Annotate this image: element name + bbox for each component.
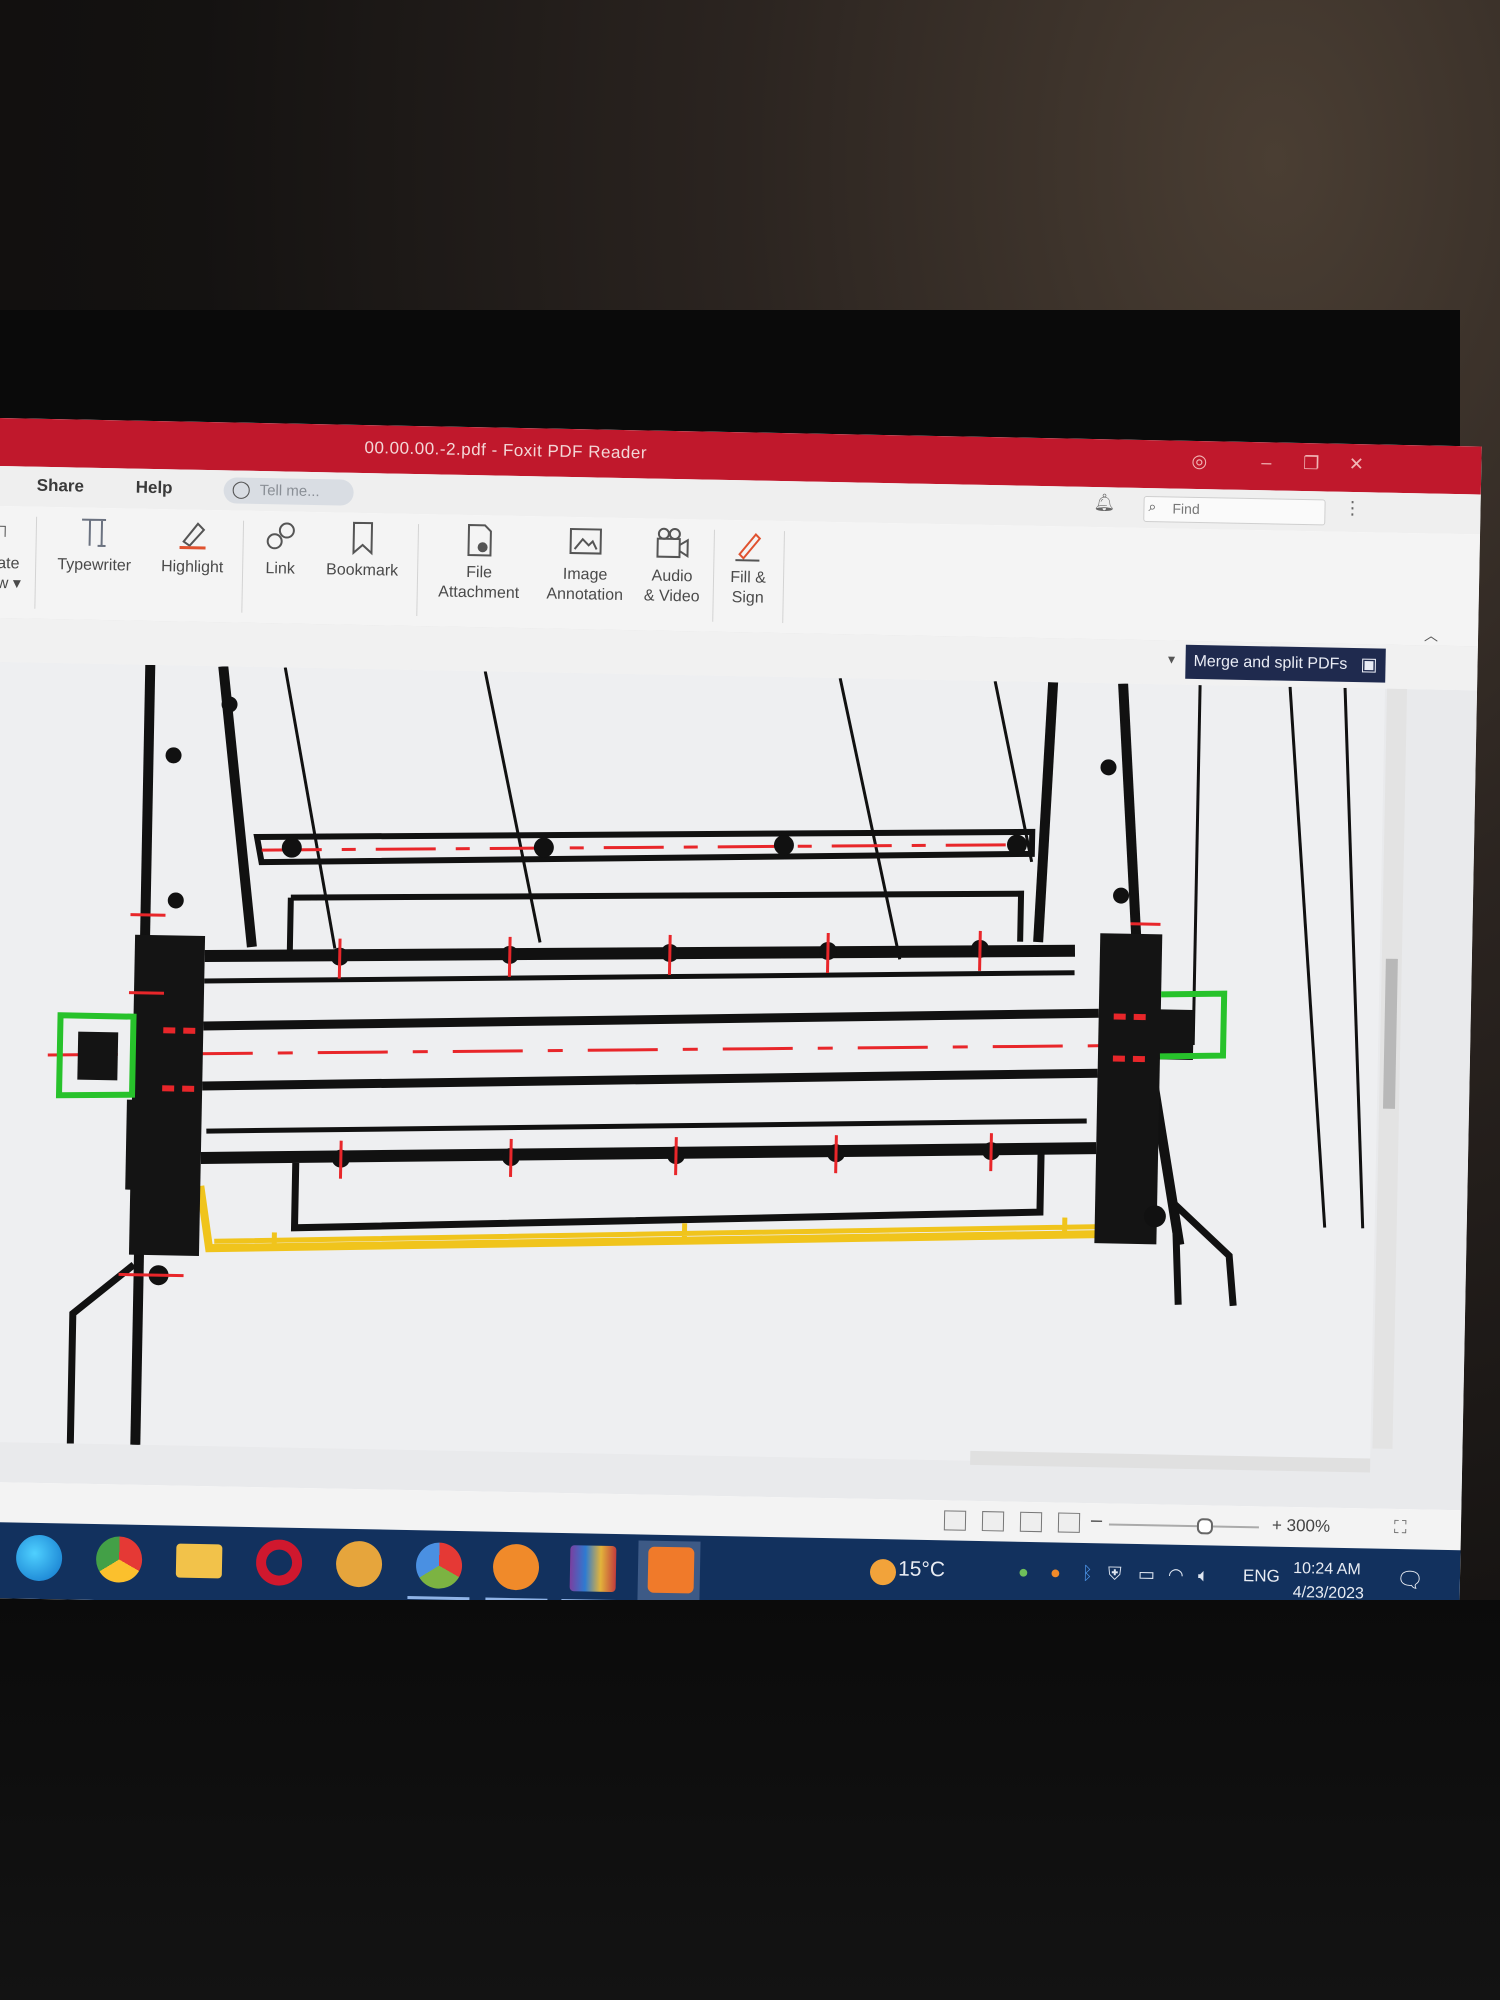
zoom-out-button[interactable]: – (1091, 1509, 1103, 1532)
language-indicator[interactable]: ENG (1243, 1566, 1280, 1587)
battery-icon[interactable]: ▭ (1138, 1564, 1155, 1585)
highlight-icon (179, 522, 206, 550)
cad-drawing (0, 661, 1386, 1469)
notification-bell-icon[interactable]: 🔔︎ (1093, 493, 1115, 513)
single-page-view-icon[interactable] (943, 1510, 967, 1531)
ribbon-separator (782, 531, 785, 624)
dropdown-arrow-icon[interactable]: ▼ (1165, 652, 1177, 666)
fullscreen-icon[interactable]: ⛶ (1394, 1517, 1407, 1538)
notifications-icon[interactable]: 🗨︎ (1396, 1567, 1424, 1594)
screen: 00.00.00.-2.pdf - Foxit PDF Reader ◎ – ❐… (0, 418, 1482, 1627)
document-view[interactable] (0, 661, 1478, 1511)
search-icon: ⌕ (1148, 498, 1157, 515)
audio-video-label-1: Audio (651, 567, 693, 586)
ribbon-partial-label-1: ate (0, 554, 20, 573)
winrar-icon[interactable] (569, 1545, 617, 1593)
ribbon-partial-button[interactable]: ate w ▾ (0, 512, 26, 595)
edge-icon[interactable] (15, 1534, 63, 1582)
opera-icon[interactable] (255, 1539, 303, 1587)
merge-split-banner[interactable]: Merge and split PDFs ▣ (1185, 644, 1386, 683)
chrome-alt-icon[interactable] (415, 1542, 463, 1590)
menu-help[interactable]: Help (135, 478, 173, 499)
bookmark-icon (352, 521, 374, 556)
document-icon: ▣ (1360, 654, 1378, 675)
audio-video-icon (656, 527, 689, 559)
zoom-value: 300% (1286, 1515, 1331, 1536)
ribbon-separator (34, 516, 38, 609)
restore-button[interactable]: ❐ (1299, 451, 1323, 475)
file-attachment-label-1: File (466, 563, 493, 582)
security-shield-icon[interactable]: ⛨ (1108, 1563, 1122, 1584)
ribbon-separator (712, 529, 715, 622)
continuous-view-icon[interactable] (981, 1511, 1005, 1532)
vpn-icon[interactable] (335, 1540, 383, 1588)
image-annotation-button[interactable]: Image Annotation (537, 522, 635, 606)
image-annotation-label-1: Image (562, 565, 608, 584)
link-button[interactable]: Link (255, 517, 306, 580)
audio-video-label-2: & Video (643, 587, 700, 606)
bookmark-label: Bookmark (325, 561, 399, 580)
tell-me-text: Tell me... (259, 481, 320, 501)
file-attachment-button[interactable]: File Attachment (429, 520, 531, 604)
merge-split-label: Merge and split PDFs (1193, 652, 1348, 673)
continuous-facing-view-icon[interactable] (1057, 1512, 1081, 1533)
bookmark-button[interactable]: Bookmark (317, 518, 408, 582)
highlight-label: Highlight (160, 558, 224, 577)
find-input[interactable]: ⌕ Find (1143, 495, 1326, 526)
file-attachment-label-2: Attachment (438, 583, 520, 602)
fill-sign-label-1: Fill & (730, 569, 767, 587)
link-label: Link (265, 560, 295, 578)
facing-view-icon[interactable] (1019, 1511, 1043, 1533)
clock-time: 10:24 AM (1292, 1560, 1361, 1579)
zoom-level[interactable]: + 300% (1272, 1515, 1331, 1537)
lightbulb-icon: ◯ (231, 479, 251, 499)
more-options-icon[interactable]: ⋮ (1343, 498, 1361, 519)
file-explorer-icon[interactable] (175, 1543, 223, 1579)
avast-tray-icon[interactable]: ● (1050, 1562, 1061, 1583)
avast-icon[interactable] (492, 1543, 540, 1591)
highlight-button[interactable]: Highlight (152, 515, 233, 579)
menu-share[interactable]: Share (37, 476, 85, 497)
weather-icon[interactable] (869, 1558, 897, 1586)
fill-sign-label-2: Sign (731, 589, 764, 607)
laptop-keyboard-area (0, 1600, 1500, 2000)
clock[interactable]: 10:24 AM 4/23/2023 (1292, 1557, 1365, 1606)
ribbon-partial-label-2: w ▾ (0, 574, 22, 593)
tell-me-search[interactable]: ◯ Tell me... (223, 477, 354, 506)
typewriter-label: Typewriter (57, 556, 132, 575)
ribbon-separator (416, 524, 420, 617)
account-icon[interactable]: ◎ (1187, 449, 1211, 473)
tray-app-icon[interactable]: ● (1018, 1562, 1029, 1583)
zoom-slider[interactable] (1108, 1523, 1259, 1529)
weather-temp[interactable]: 15°C (898, 1557, 945, 1582)
volume-icon[interactable]: 🔈︎ (1198, 1565, 1209, 1586)
vertical-scroll-thumb[interactable] (1382, 958, 1398, 1109)
wifi-icon[interactable]: ◠ (1168, 1565, 1184, 1586)
bluetooth-icon[interactable]: ᛒ (1082, 1563, 1093, 1584)
close-button[interactable]: ✕ (1344, 452, 1368, 476)
collapse-ribbon-icon[interactable]: ︿ (1424, 625, 1438, 645)
window-title: 00.00.00.-2.pdf - Foxit PDF Reader (364, 438, 648, 463)
audio-video-button[interactable]: Audio & Video (637, 524, 709, 607)
partial-icon (0, 525, 6, 537)
chrome-icon[interactable] (95, 1536, 143, 1583)
fill-sign-button[interactable]: Fill & Sign (720, 526, 776, 609)
typewriter-icon (82, 518, 107, 548)
link-icon (266, 522, 295, 550)
find-placeholder: Find (1172, 500, 1200, 518)
ribbon-separator (241, 520, 245, 613)
fill-sign-icon (735, 533, 762, 562)
image-annotation-label-2: Annotation (546, 585, 624, 604)
foxit-pdf-icon[interactable] (647, 1546, 695, 1594)
file-attachment-icon (467, 524, 492, 557)
minimize-button[interactable]: – (1254, 450, 1278, 474)
typewriter-button[interactable]: Typewriter (49, 513, 140, 577)
zoom-slider-knob[interactable] (1196, 1518, 1213, 1535)
image-annotation-icon (569, 527, 602, 555)
